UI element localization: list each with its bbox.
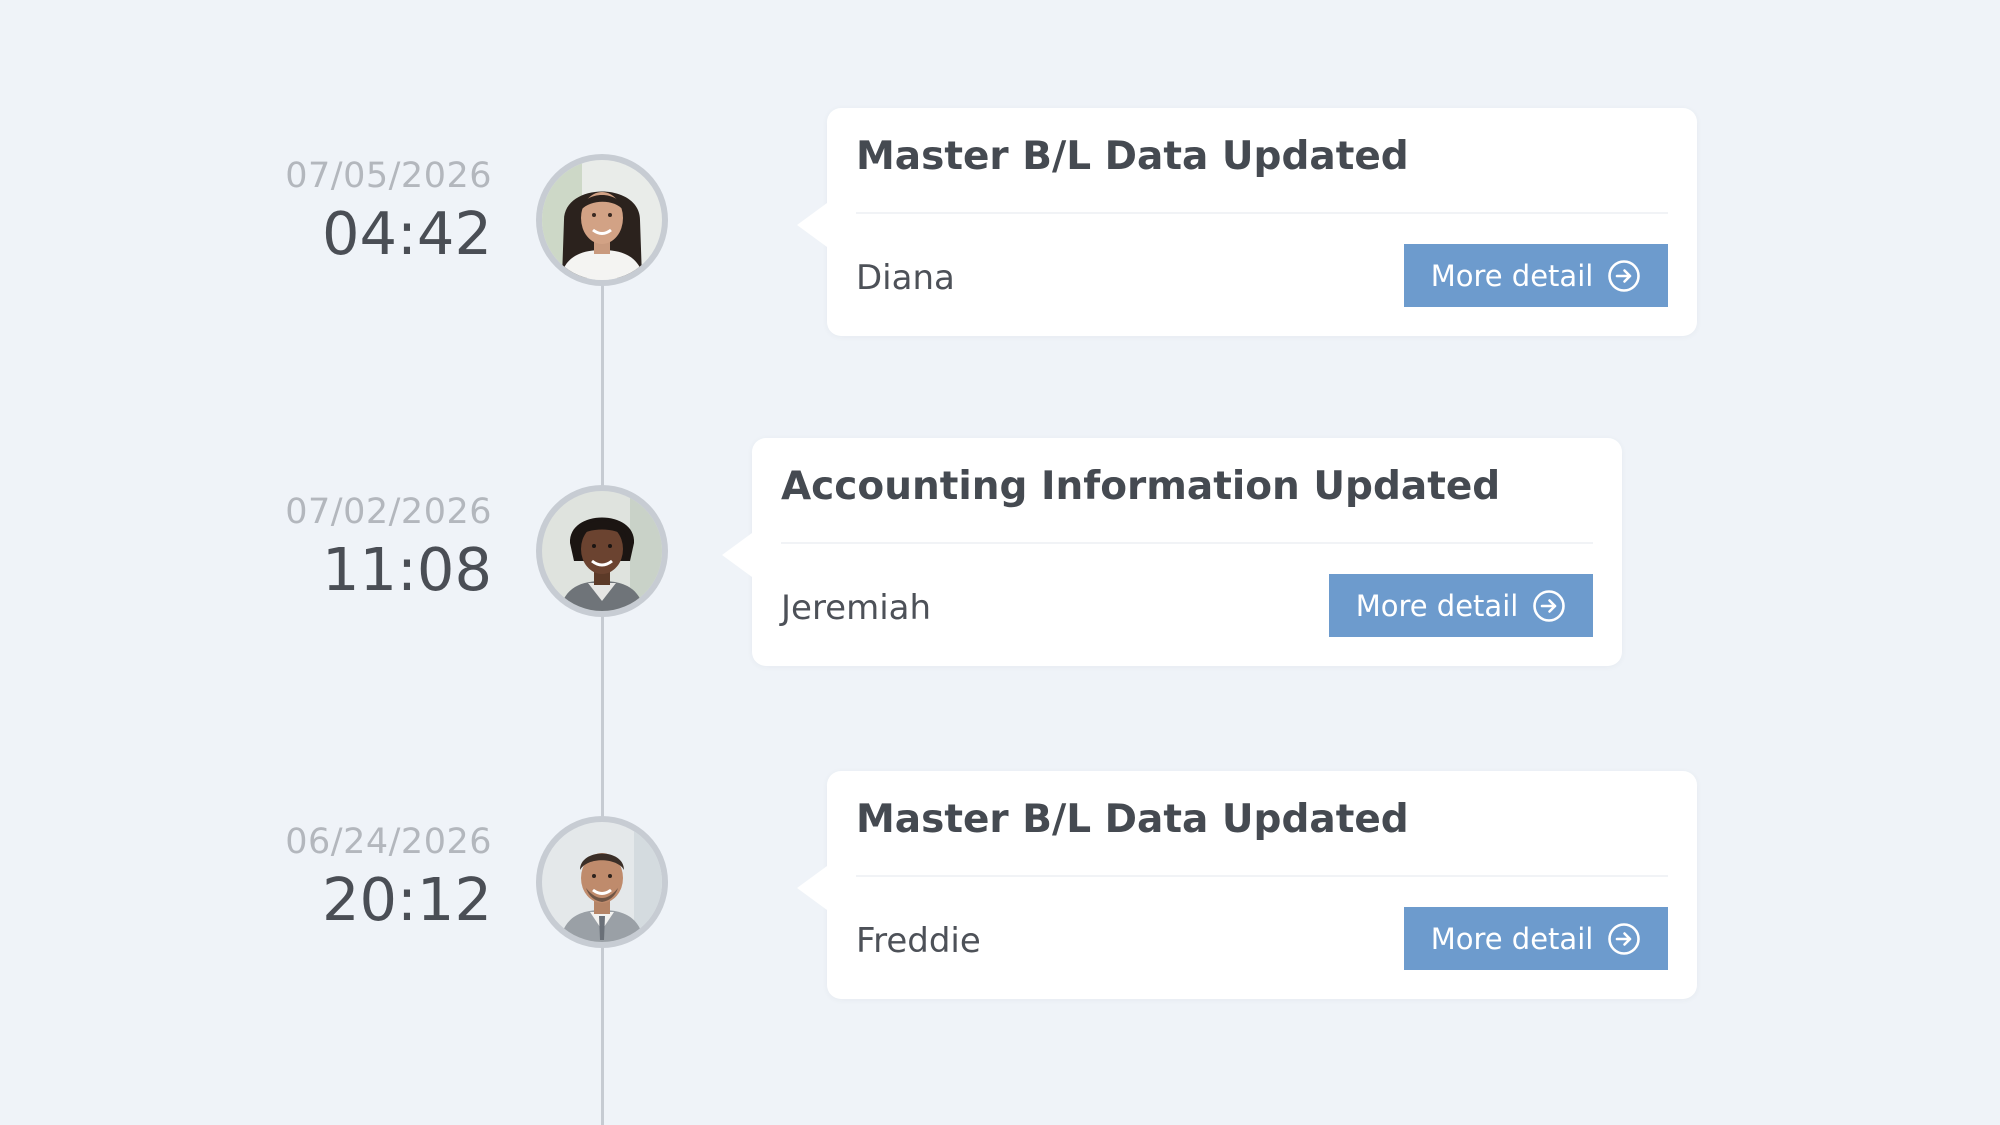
more-detail-button[interactable]: More detail xyxy=(1404,907,1668,970)
activity-card: Accounting Information Updated Jeremiah … xyxy=(722,438,1622,666)
card-divider xyxy=(856,875,1668,877)
entry-date: 07/02/2026 xyxy=(285,492,492,532)
more-detail-label: More detail xyxy=(1355,588,1519,623)
arrow-right-circle-icon xyxy=(1607,259,1641,293)
timestamp: 06/24/2026 20:12 xyxy=(192,821,492,935)
activity-title: Master B/L Data Updated xyxy=(856,797,1409,842)
entry-time: 20:12 xyxy=(321,865,492,934)
avatar xyxy=(536,485,668,617)
user-avatar-icon xyxy=(542,822,662,942)
activity-title: Accounting Information Updated xyxy=(781,464,1501,509)
activity-user: Jeremiah xyxy=(781,588,932,628)
more-detail-button[interactable]: More detail xyxy=(1329,574,1593,637)
activity-card: Master B/L Data Updated Freddie More det… xyxy=(797,771,1697,999)
timeline-entry: 06/24/2026 20:12 Master B/L Data Updated xyxy=(0,0,2000,999)
card-divider xyxy=(781,542,1593,544)
arrow-right-circle-icon xyxy=(1607,922,1641,956)
more-detail-label: More detail xyxy=(1430,258,1594,293)
timestamp: 07/02/2026 11:08 xyxy=(192,491,492,605)
timeline-line xyxy=(601,220,604,1125)
activity-timeline: 07/05/2026 04:42 Master B/L Data Updated… xyxy=(0,0,2000,1125)
arrow-right-circle-icon xyxy=(1532,589,1566,623)
activity-user: Diana xyxy=(856,258,955,298)
more-detail-button[interactable]: More detail xyxy=(1404,244,1668,307)
user-avatar-icon xyxy=(542,491,662,611)
more-detail-label: More detail xyxy=(1430,921,1594,956)
entry-date: 06/24/2026 xyxy=(285,822,492,862)
entry-time: 11:08 xyxy=(321,535,492,604)
activity-user: Freddie xyxy=(856,921,981,961)
avatar xyxy=(536,816,668,948)
